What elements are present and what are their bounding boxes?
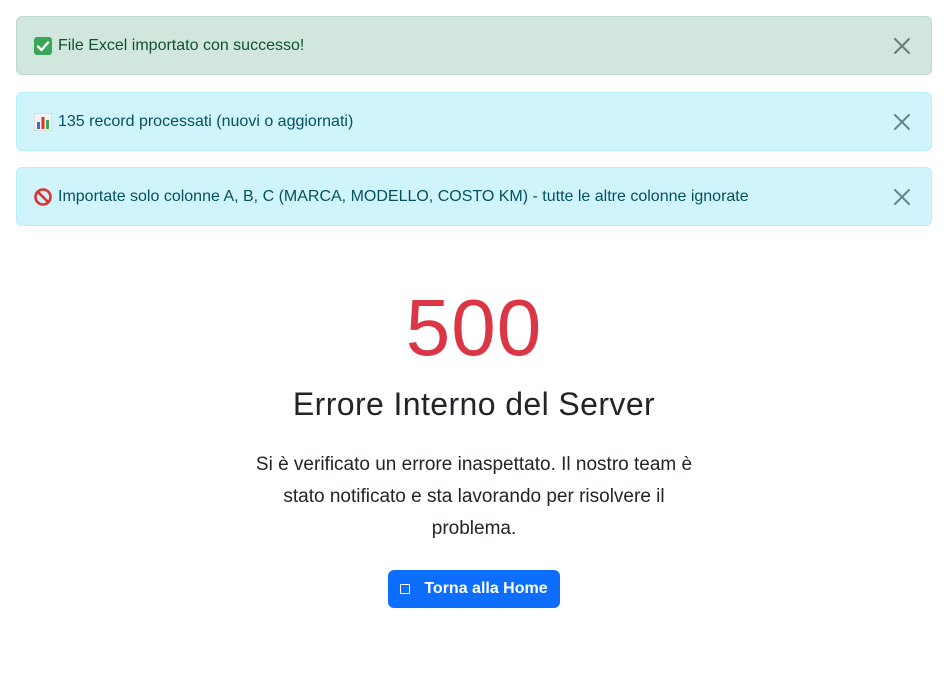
error-description: Si è verificato un errore inaspettato. I… <box>255 454 693 539</box>
alert-records-processed: 135 record processati (nuovi o aggiornat… <box>16 92 932 151</box>
home-button-label: Torna alla Home <box>424 580 548 597</box>
error-title: Errore Interno del Server <box>292 386 656 422</box>
home-icon <box>400 584 411 594</box>
close-icon[interactable] <box>887 107 917 137</box>
home-button[interactable]: Torna alla Home <box>388 570 560 608</box>
alert-message: Importate solo colonne A, B, C (MARCA, M… <box>58 187 749 205</box>
alert-columns-imported: Importate solo colonne A, B, C (MARCA, M… <box>16 167 932 226</box>
close-icon[interactable] <box>887 182 917 212</box>
alert-message: File Excel importato con successo! <box>58 36 305 54</box>
prohibited-emoji-icon <box>34 187 52 206</box>
error-page: File Excel importato con successo! 135 r… <box>0 0 948 696</box>
close-icon[interactable] <box>887 31 917 61</box>
alert-import-success: File Excel importato con successo! <box>16 16 932 75</box>
check-mark-emoji-icon <box>34 36 52 55</box>
bar-chart-emoji-icon <box>33 112 53 131</box>
alert-message: 135 record processati (nuovi o aggiornat… <box>58 112 354 130</box>
error-content: 500 Errore Interno del Server Si è verif… <box>0 268 948 608</box>
error-code: 500 <box>405 283 543 372</box>
